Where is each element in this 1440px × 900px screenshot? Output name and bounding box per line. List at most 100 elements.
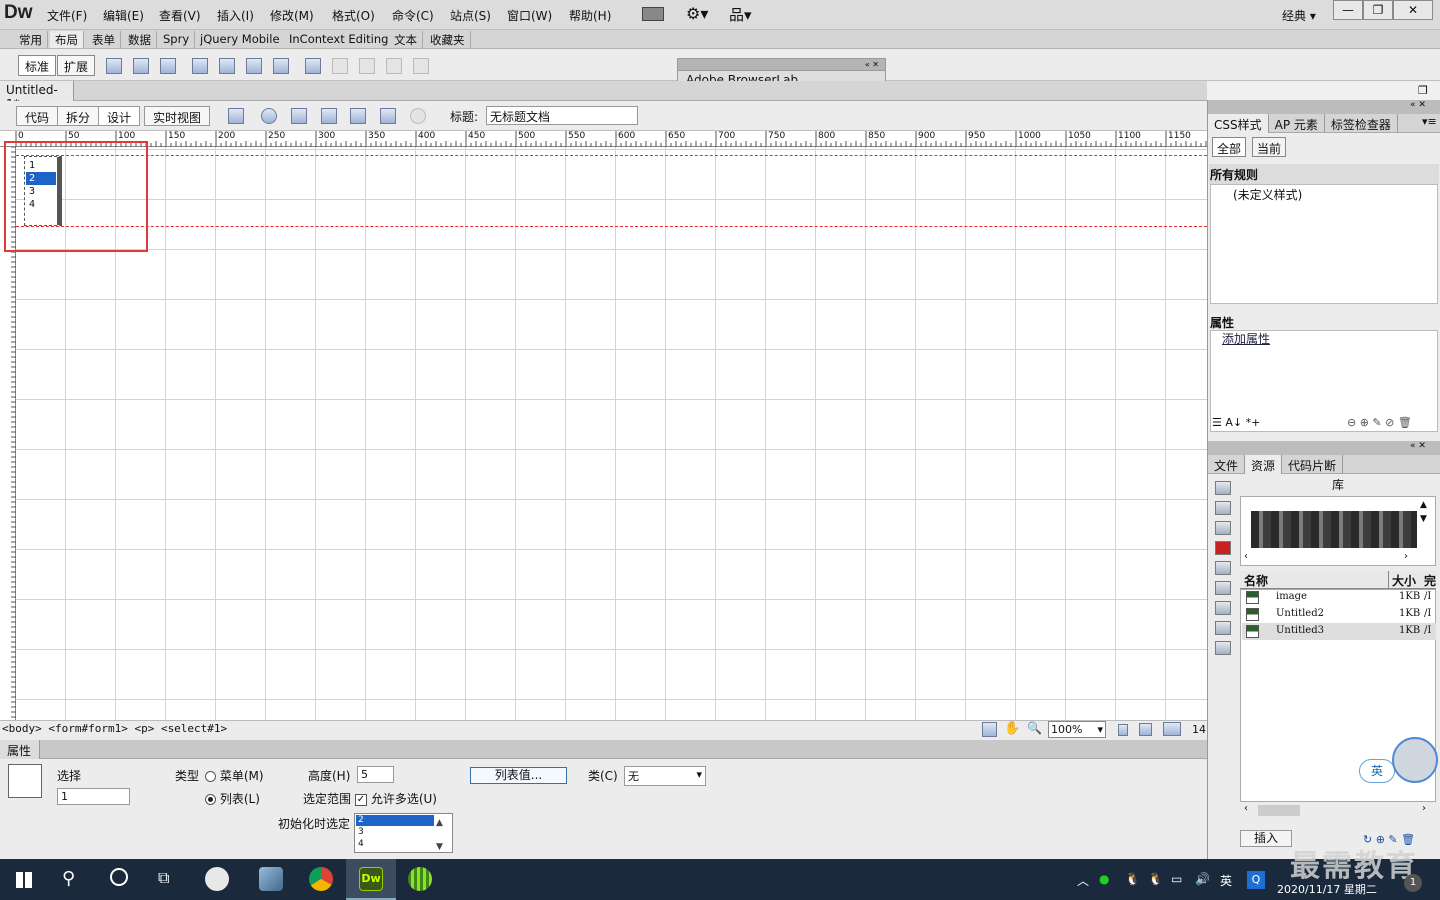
tag-selector[interactable]: <body> <form#form1> <p> <select#1> xyxy=(2,722,227,735)
preview-hscroll-left[interactable]: ‹ xyxy=(1244,551,1248,562)
type-list-option[interactable]: 列表(L) xyxy=(205,790,260,807)
library-asset-icon[interactable] xyxy=(1215,641,1231,655)
type-menu-option[interactable]: 菜单(M) xyxy=(205,767,264,784)
menu-insert[interactable]: 插入(I) xyxy=(217,7,254,24)
insert-tab-spry[interactable]: Spry xyxy=(158,31,196,48)
allow-multiple-checkbox[interactable]: ✓ xyxy=(355,793,367,806)
asset-row[interactable]: Untitled2 1KB /I xyxy=(1242,606,1436,623)
volume-tray-icon[interactable]: 🔊 xyxy=(1195,872,1210,886)
init-list-scroll-arrows[interactable]: ▲ ▼ xyxy=(436,817,443,853)
table-icon[interactable] xyxy=(106,58,122,74)
design-view-button[interactable]: 设计 xyxy=(98,106,141,126)
css-rule-item[interactable]: (未定义样式) xyxy=(1233,186,1302,203)
expanded-mode-button[interactable]: 扩展 xyxy=(57,55,96,76)
input-tray-icon[interactable]: Q xyxy=(1247,871,1265,889)
ime-tray-label[interactable]: 英 xyxy=(1220,872,1232,889)
wechat-tray-icon[interactable]: ● xyxy=(1099,872,1109,886)
panel-menu-icon[interactable]: ▾≡ xyxy=(1422,115,1437,128)
asset-row[interactable]: image 1KB /I xyxy=(1242,589,1436,606)
search-icon[interactable]: ⚲ xyxy=(62,868,75,889)
visual-aids-icon[interactable] xyxy=(380,108,396,124)
insert-tab-data[interactable]: 数据 xyxy=(123,31,157,48)
notification-badge[interactable]: 1 xyxy=(1404,874,1422,892)
css-current-button[interactable]: 当前 xyxy=(1252,137,1287,157)
images-asset-icon[interactable] xyxy=(1215,481,1231,495)
height-input[interactable]: 5 xyxy=(357,766,394,783)
fluid-grid-4-icon[interactable] xyxy=(273,58,289,74)
templates-asset-icon[interactable] xyxy=(1215,621,1231,635)
menu-help[interactable]: 帮助(H) xyxy=(569,7,611,24)
menu-edit[interactable]: 编辑(E) xyxy=(103,7,144,24)
asset-row[interactable]: Untitled3 1KB /I xyxy=(1242,623,1436,640)
restore-doc-icon[interactable]: ❐ xyxy=(1418,84,1428,97)
menu-window[interactable]: 窗口(W) xyxy=(507,7,552,24)
tab-tag-inspector[interactable]: 标签检查器 xyxy=(1325,114,1398,133)
file-management-icon[interactable] xyxy=(291,108,307,124)
cortana-icon[interactable] xyxy=(110,868,128,886)
qq-tray-icon[interactable]: 🐧 xyxy=(1125,872,1140,886)
ap-div-icon[interactable] xyxy=(160,58,176,74)
code-view-button[interactable]: 代码 xyxy=(16,106,59,126)
assets-collapse-icon[interactable]: « ✕ xyxy=(1410,441,1426,451)
insert-tab-incontext[interactable]: InContext Editing xyxy=(284,31,395,48)
tab-assets[interactable]: 资源 xyxy=(1245,455,1283,474)
minimize-button[interactable]: — xyxy=(1333,0,1363,20)
insert-tab-layout[interactable]: 布局 xyxy=(50,31,84,48)
mobile-size-icon[interactable] xyxy=(1118,724,1128,736)
column-path[interactable]: 完 xyxy=(1424,572,1436,589)
ime-float-button[interactable]: 英 xyxy=(1359,759,1395,783)
hand-tool-icon[interactable]: ✋ xyxy=(1004,721,1020,736)
insert-tab-favorites[interactable]: 收藏夹 xyxy=(425,31,471,48)
scripts-asset-icon[interactable] xyxy=(1215,601,1231,615)
watermelon-app-icon[interactable] xyxy=(408,867,432,891)
class-select[interactable]: 无 ▾ xyxy=(624,766,706,786)
qq2-tray-icon[interactable]: 🐧 xyxy=(1148,872,1163,886)
show-category-icon[interactable]: ☰ A↓ *+ xyxy=(1212,416,1260,429)
type-list-radio[interactable] xyxy=(205,794,216,805)
spry-menu-icon[interactable] xyxy=(305,58,321,74)
init-option-4[interactable]: 4 xyxy=(356,839,434,850)
task-view-icon[interactable]: ⧉ xyxy=(158,868,169,888)
select-id-input[interactable]: 1 xyxy=(57,788,130,805)
tab-files[interactable]: 文件 xyxy=(1208,455,1246,474)
add-property-link[interactable]: 添加属性 xyxy=(1222,330,1270,347)
menu-site[interactable]: 站点(S) xyxy=(450,7,491,24)
editor-app-icon[interactable] xyxy=(259,867,283,891)
live-code-icon[interactable] xyxy=(321,108,337,124)
fluid-grid-2-icon[interactable] xyxy=(219,58,235,74)
list-values-button[interactable]: 列表值... xyxy=(470,767,567,784)
menu-file[interactable]: 文件(F) xyxy=(47,7,87,24)
column-name[interactable]: 名称 xyxy=(1244,572,1268,589)
network-tray-icon[interactable]: ▭ xyxy=(1171,872,1182,886)
dreamweaver-taskbar-icon[interactable]: Dw xyxy=(359,867,383,891)
design-canvas[interactable] xyxy=(16,147,1207,720)
urls-asset-icon[interactable] xyxy=(1215,521,1231,535)
menu-view[interactable]: 查看(V) xyxy=(159,7,201,24)
asset-hscroll-left[interactable]: ‹ xyxy=(1244,803,1248,814)
preview-scroll-arrows[interactable]: ▲ ▼ xyxy=(1420,498,1427,526)
pinwheel-app-icon[interactable] xyxy=(205,867,229,891)
tray-expand-icon[interactable]: ︿ xyxy=(1077,872,1089,889)
css-action-icons[interactable]: ⊖ ⊕ ✎ ⊘ 🗑 xyxy=(1347,416,1412,429)
live-view-button[interactable]: 实时视图 xyxy=(144,106,211,126)
split-view-button[interactable]: 拆分 xyxy=(57,106,100,126)
preview-browser-icon[interactable] xyxy=(261,108,277,124)
zoom-select[interactable]: 100% ▾ xyxy=(1048,721,1106,738)
tab-snippets[interactable]: 代码片断 xyxy=(1282,455,1344,474)
standard-mode-button[interactable]: 标准 xyxy=(18,55,57,76)
fluid-grid-icon[interactable] xyxy=(192,58,208,74)
menu-command[interactable]: 命令(C) xyxy=(392,7,434,24)
collapse-icon[interactable]: « ✕ xyxy=(1410,100,1426,110)
fluid-grid-3-icon[interactable] xyxy=(246,58,262,74)
insert-tab-forms[interactable]: 表单 xyxy=(87,31,121,48)
workspace-switcher[interactable]: 经典 ▾ xyxy=(1282,7,1316,24)
check-browser-icon[interactable] xyxy=(350,108,366,124)
insert-asset-button[interactable]: 插入 xyxy=(1240,830,1292,847)
close-button[interactable]: ✕ xyxy=(1393,0,1433,20)
multiscreen-icon[interactable] xyxy=(228,108,244,124)
menu-format[interactable]: 格式(O) xyxy=(332,7,375,24)
column-size[interactable]: 大小 xyxy=(1392,572,1416,589)
site-icon[interactable]: 品▾ xyxy=(729,4,752,25)
colors-asset-icon[interactable] xyxy=(1215,501,1231,515)
allow-multiple-option[interactable]: ✓ 允许多选(U) xyxy=(355,790,437,807)
